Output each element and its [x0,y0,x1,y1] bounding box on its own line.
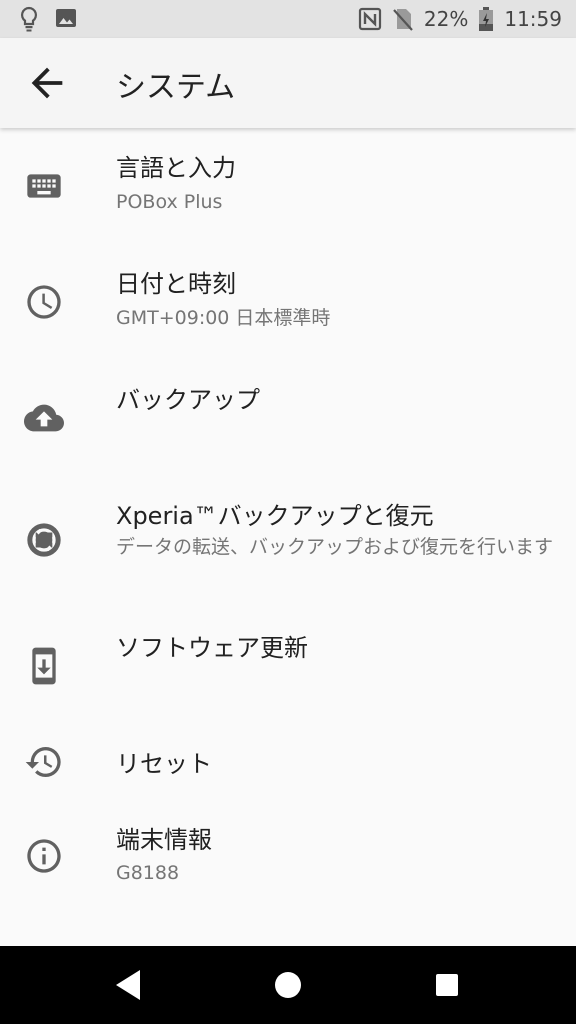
list-item-device-info[interactable]: 端末情報 G8188 [0,818,576,928]
item-subtitle: POBox Plus [116,191,223,213]
lightbulb-icon [18,6,40,32]
recents-square-icon [436,974,458,996]
page-title: システム [116,70,236,105]
clock-text: 11:59 [504,7,562,31]
list-item-xperia-backup[interactable]: Xperia™バックアップと復元 データの転送、バックアップおよび復元を行います [0,478,576,598]
image-icon [54,6,78,32]
clock-icon [27,285,61,319]
keyboard-icon [27,174,61,198]
cloud-upload-icon [24,404,64,432]
battery-charging-icon [478,6,494,32]
status-bar: 22% 11:59 [0,0,576,38]
nav-back-button[interactable] [104,960,154,1010]
item-subtitle: データの転送、バックアップおよび復元を行います [116,536,554,558]
battery-text: 22% [423,7,469,31]
nfc-icon [358,7,382,31]
item-title: 端末情報 [116,826,212,854]
list-item-backup[interactable]: バックアップ [0,362,576,472]
list-item-software-update[interactable]: ソフトウェア更新 [0,610,576,720]
info-icon [27,839,61,873]
list-item-reset[interactable]: リセット [0,726,576,820]
item-subtitle: GMT+09:00 日本標準時 [116,307,331,329]
list-item-language-input[interactable]: 言語と入力 POBox Plus [0,130,576,240]
item-title: ソフトウェア更新 [116,634,308,662]
xperia-transfer-icon [27,523,61,557]
item-subtitle: G8188 [116,862,180,884]
no-sim-icon [392,7,414,31]
list-item-date-time[interactable]: 日付と時刻 GMT+09:00 日本標準時 [0,246,576,356]
item-title: バックアップ [116,386,260,414]
restore-icon [25,747,61,777]
item-title: 言語と入力 [116,154,236,182]
system-update-icon [32,647,56,685]
item-title: リセット [116,750,212,778]
back-button[interactable] [24,60,70,106]
home-circle-icon [275,972,301,998]
nav-home-button[interactable] [263,960,313,1010]
arrow-back-icon [31,67,63,99]
item-title: Xperia™バックアップと復元 [116,502,434,530]
item-title: 日付と時刻 [116,270,236,298]
navigation-bar [0,946,576,1024]
nav-recents-button[interactable] [422,960,472,1010]
app-bar: システム [0,38,576,128]
back-triangle-icon [116,970,140,1000]
